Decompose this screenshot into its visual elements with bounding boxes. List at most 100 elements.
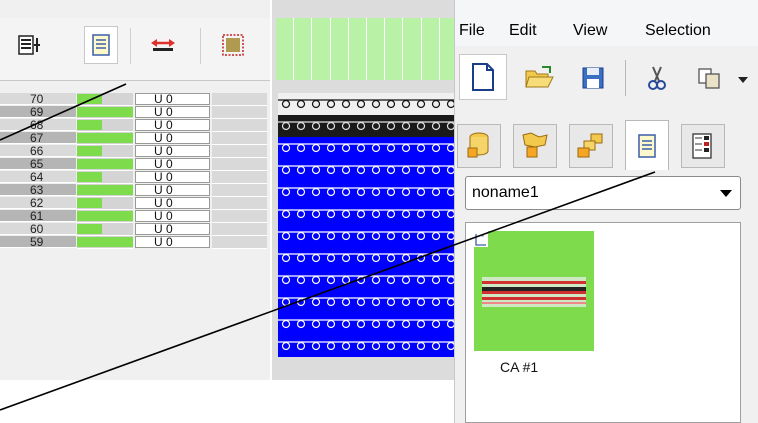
row-tail-cell bbox=[212, 171, 267, 184]
row-fill-bar bbox=[77, 133, 133, 143]
row-value-field[interactable]: U 0 bbox=[135, 236, 210, 248]
pattern-doc-button[interactable] bbox=[84, 26, 118, 64]
pattern-preview-icon bbox=[482, 277, 586, 307]
row-number: 63 bbox=[0, 184, 76, 197]
pattern-row[interactable] bbox=[278, 225, 458, 247]
row-bar-cell bbox=[77, 106, 133, 119]
pattern-row[interactable] bbox=[278, 247, 458, 269]
pattern-row[interactable] bbox=[278, 181, 458, 203]
open-folder-icon bbox=[525, 66, 554, 88]
pattern-row[interactable] bbox=[278, 269, 458, 291]
color-strip-cell[interactable] bbox=[348, 18, 368, 80]
table-row[interactable]: 59 U 0 bbox=[0, 236, 270, 249]
open-button[interactable] bbox=[521, 60, 557, 96]
document-list: * CA #1 bbox=[465, 222, 741, 423]
pattern-row[interactable] bbox=[278, 115, 458, 137]
row-tail-cell bbox=[212, 184, 267, 197]
pattern-row[interactable] bbox=[278, 313, 458, 335]
pattern-row[interactable] bbox=[278, 93, 458, 115]
row-number: 62 bbox=[0, 197, 76, 210]
swap-arrows-icon bbox=[151, 39, 175, 51]
row-number: 68 bbox=[0, 119, 76, 132]
chevron-down-icon bbox=[720, 190, 732, 197]
row-value-field[interactable]: U 0 bbox=[135, 158, 210, 170]
toolbar-separator bbox=[625, 60, 626, 96]
pattern-row[interactable] bbox=[278, 291, 458, 313]
color-strip-cell[interactable] bbox=[330, 18, 349, 80]
document-select[interactable]: noname1 bbox=[465, 176, 741, 210]
tab-pattern-docs[interactable] bbox=[625, 120, 669, 170]
color-strip-cell[interactable] bbox=[421, 18, 440, 80]
pattern-doc-icon bbox=[638, 133, 656, 158]
stitch-library-icon bbox=[522, 132, 548, 158]
row-value-field[interactable]: U 0 bbox=[135, 171, 210, 183]
row-value-field[interactable]: U 0 bbox=[135, 184, 210, 196]
more-button[interactable] bbox=[737, 72, 751, 86]
tab-stitch-library[interactable] bbox=[513, 124, 557, 168]
row-bar-cell bbox=[77, 184, 133, 197]
color-strip-cell[interactable] bbox=[294, 18, 313, 80]
new-document-button[interactable] bbox=[459, 54, 507, 100]
row-fill-bar bbox=[77, 94, 103, 104]
copy-button[interactable] bbox=[691, 60, 727, 96]
row-panel: 70 U 0 69 U 0 68 U 0 67 U 0 66 U 0 65 U 0 64 U 0 63 U 0… bbox=[0, 0, 270, 380]
row-number: 70 bbox=[0, 93, 76, 106]
row-number: 65 bbox=[0, 158, 76, 171]
color-strip-cell[interactable] bbox=[403, 18, 422, 80]
pattern-row[interactable] bbox=[278, 159, 458, 181]
row-table: 70 U 0 69 U 0 68 U 0 67 U 0 66 U 0 65 U 0 64 U 0 63 U 0… bbox=[0, 93, 270, 249]
pattern-grid[interactable] bbox=[278, 93, 458, 373]
cut-button[interactable] bbox=[639, 60, 675, 96]
texture-square-icon bbox=[222, 34, 244, 56]
document-thumbnail[interactable]: * bbox=[474, 231, 594, 351]
toolbar-separator bbox=[130, 28, 131, 64]
row-value-field[interactable]: U 0 bbox=[135, 119, 210, 131]
row-bar-cell bbox=[77, 223, 133, 236]
toolbar-separator bbox=[200, 28, 201, 64]
row-value-field[interactable]: U 0 bbox=[135, 197, 210, 209]
tab-shapes[interactable] bbox=[569, 124, 613, 168]
color-strip-cell[interactable] bbox=[276, 18, 295, 80]
menu-edit[interactable]: Edit bbox=[509, 22, 537, 40]
pattern-row[interactable] bbox=[278, 335, 458, 357]
row-bar-cell bbox=[77, 158, 133, 171]
tab-yarn-database[interactable] bbox=[457, 124, 501, 168]
row-value-field[interactable]: U 0 bbox=[135, 132, 210, 144]
save-button[interactable] bbox=[575, 60, 611, 96]
swap-button[interactable] bbox=[146, 26, 180, 64]
tab-chart[interactable] bbox=[681, 124, 725, 168]
save-icon bbox=[582, 67, 604, 89]
row-bar-cell bbox=[77, 236, 133, 249]
row-tail-cell bbox=[212, 210, 267, 223]
row-value-field[interactable]: U 0 bbox=[135, 223, 210, 235]
row-value-field[interactable]: U 0 bbox=[135, 106, 210, 118]
color-strip-cell[interactable] bbox=[367, 18, 386, 80]
color-strip-cell[interactable] bbox=[312, 18, 331, 80]
row-value-field[interactable]: U 0 bbox=[135, 93, 210, 105]
pattern-row[interactable] bbox=[278, 203, 458, 225]
menu-file[interactable]: File bbox=[459, 22, 485, 40]
copy-icon bbox=[698, 68, 720, 89]
main-toolbar bbox=[455, 46, 758, 106]
row-fill-bar bbox=[77, 146, 103, 156]
row-fill-bar bbox=[77, 211, 133, 221]
menu-view[interactable]: View bbox=[573, 22, 607, 40]
pattern-row[interactable] bbox=[278, 137, 458, 159]
row-number: 60 bbox=[0, 223, 76, 236]
menu-selection[interactable]: Selection bbox=[645, 22, 711, 40]
row-fill-bar bbox=[77, 120, 103, 130]
row-fill-bar bbox=[77, 237, 133, 247]
row-tail-cell bbox=[212, 197, 267, 210]
row-number: 64 bbox=[0, 171, 76, 184]
row-value-field[interactable]: U 0 bbox=[135, 210, 210, 222]
row-tail-cell bbox=[212, 236, 267, 249]
document-thumbnail-label: CA #1 bbox=[500, 359, 539, 375]
row-tail-cell bbox=[212, 158, 267, 171]
row-value-field[interactable]: U 0 bbox=[135, 145, 210, 157]
row-tail-cell bbox=[212, 132, 267, 145]
texture-button[interactable] bbox=[216, 26, 250, 64]
new-document-icon bbox=[472, 63, 494, 91]
menu-bar: File Edit View Selection bbox=[455, 0, 758, 46]
list-insert-button[interactable] bbox=[12, 26, 46, 64]
color-strip-cell[interactable] bbox=[385, 18, 404, 80]
